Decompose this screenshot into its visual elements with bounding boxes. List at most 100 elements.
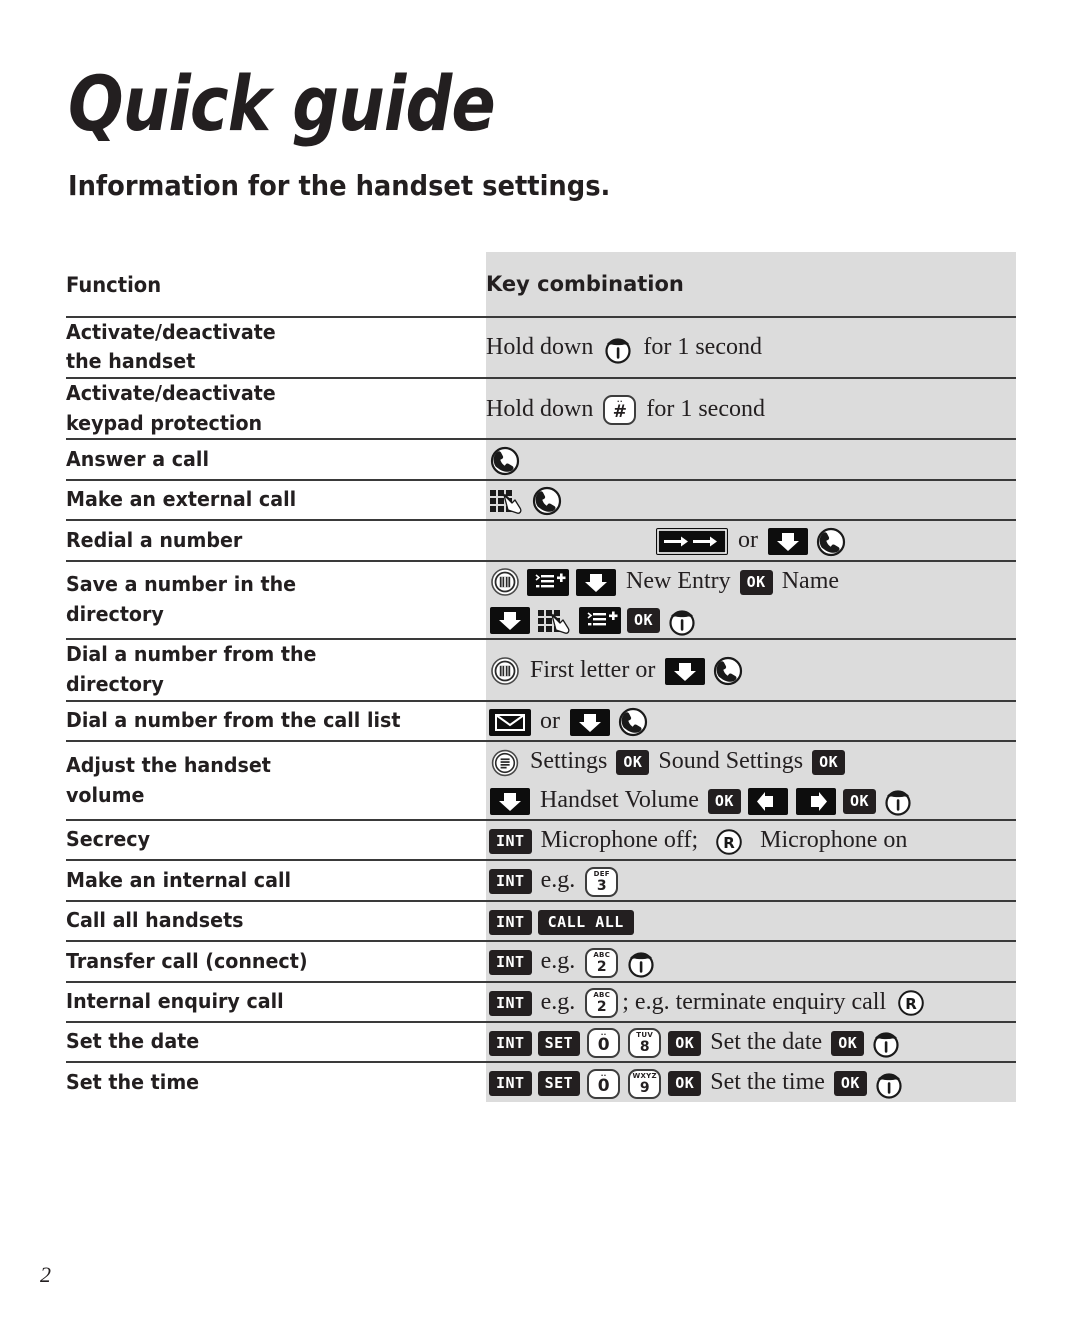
header-key-combination: Key combination bbox=[486, 252, 1016, 317]
key-digit-label: 2 bbox=[596, 999, 607, 1016]
key-button-ok: OK bbox=[707, 788, 741, 814]
key-combination-cell: or bbox=[486, 519, 1016, 561]
key-text: Microphone off; bbox=[534, 827, 711, 854]
key-button-set: SET bbox=[537, 1071, 581, 1097]
key-digit-label: 3 bbox=[596, 877, 607, 894]
settings-table-wrapper: Function Key combination Activate/deactiva… bbox=[66, 252, 1016, 1102]
function-line: Activate/deactivate bbox=[66, 381, 276, 406]
key-combination-cell: INT e.g. ABC 2 bbox=[486, 940, 1016, 982]
answer-call-icon bbox=[816, 527, 846, 557]
key-combination-cell: Hold down ·· # for 1 second bbox=[486, 377, 1016, 440]
document-page: Quick guide Information for the handset … bbox=[0, 0, 1080, 1330]
key-alpha-label: ABC bbox=[593, 950, 611, 959]
table-row: Internal enquiry call INT e.g. ABC 2; e.g.… bbox=[66, 980, 1016, 1022]
table-row: Make an external call bbox=[66, 478, 1016, 521]
power-handset-icon bbox=[603, 334, 633, 364]
key-text: Settings bbox=[524, 748, 614, 775]
key-combination-line: INT Microphone off; R Microphone on bbox=[486, 821, 1016, 859]
function-line: Secrecy bbox=[66, 827, 151, 852]
table-row: Set the time INT SET ·· 0 WXYZ 9 OK Set the tim… bbox=[66, 1061, 1016, 1102]
function-cell: Redial a number bbox=[66, 519, 486, 561]
answer-call-icon bbox=[490, 446, 520, 476]
key-combination-cell: First letter or bbox=[486, 638, 1016, 701]
key-combination-line bbox=[486, 481, 1016, 519]
function-line: Answer a call bbox=[66, 446, 210, 471]
key-digit-label: 0 bbox=[597, 1035, 610, 1056]
function-line: Dial a number from the bbox=[66, 642, 317, 667]
key-button-ok: OK bbox=[833, 1071, 867, 1097]
table-row: Call all handsets INT CALL ALL bbox=[66, 899, 1016, 942]
key-text: Sound Settings bbox=[652, 748, 810, 775]
table-row: Dial a number from the call list or bbox=[66, 699, 1016, 742]
power-handset-icon bbox=[871, 1028, 901, 1059]
key-combination-line bbox=[486, 440, 1016, 478]
function-line: Set the date bbox=[66, 1029, 200, 1054]
function-cell: Call all handsets bbox=[66, 899, 486, 942]
down-arrow-key bbox=[490, 607, 530, 635]
function-line: the handset bbox=[66, 349, 196, 374]
key-alpha-label: TUV bbox=[636, 1031, 654, 1040]
function-cell: Internal enquiry call bbox=[66, 980, 486, 1022]
key-button-int: INT bbox=[489, 950, 532, 976]
table-row: Set the date INT SET ·· 0 TUV 8 OK Set the date… bbox=[66, 1020, 1016, 1063]
table-header-row: Function Key combination bbox=[66, 252, 1016, 317]
key-button-int: INT bbox=[489, 869, 532, 895]
function-line: Transfer call (connect) bbox=[66, 948, 308, 973]
left-arrow-key bbox=[747, 787, 788, 815]
key-button-ok: OK bbox=[668, 1071, 702, 1097]
down-arrow-key bbox=[570, 708, 610, 736]
key-button-set: SET bbox=[537, 1030, 581, 1056]
function-cell: Adjust the handset volume bbox=[66, 740, 486, 821]
key-button-int: INT bbox=[489, 1030, 532, 1056]
menu-list-add-key bbox=[527, 568, 569, 596]
key-text: e.g. bbox=[534, 948, 582, 975]
function-line: Internal enquiry call bbox=[66, 988, 284, 1013]
table-row: Adjust the handset volume Settings OK Sou… bbox=[66, 740, 1016, 821]
recall-r-icon: R bbox=[714, 827, 744, 857]
answer-call-icon bbox=[618, 707, 648, 737]
key-combination-cell: Hold down for 1 second bbox=[486, 315, 1016, 379]
key-text: Hold down bbox=[486, 334, 600, 361]
key-text: or bbox=[534, 707, 566, 734]
numeric-key-8: TUV 8 bbox=[628, 1028, 662, 1059]
key-combination-cell: INT SET ·· 0 WXYZ 9 OK Set the time OK bbox=[486, 1061, 1016, 1102]
power-handset-icon bbox=[883, 786, 913, 816]
key-alpha-label: WXYZ bbox=[632, 1071, 657, 1080]
key-digit-label: # bbox=[612, 402, 627, 423]
right-arrow-key bbox=[795, 787, 836, 815]
table-row: Redial a number or bbox=[66, 519, 1016, 561]
function-line: Set the time bbox=[66, 1069, 200, 1094]
key-button-int: INT bbox=[489, 829, 532, 855]
function-cell: Dial a number from the call list bbox=[66, 699, 486, 742]
key-alpha-label: DEF bbox=[593, 869, 610, 878]
power-handset-icon bbox=[874, 1069, 904, 1099]
function-cell: Make an internal call bbox=[66, 859, 486, 901]
table-row: Transfer call (connect) INT e.g. ABC 2 bbox=[66, 940, 1016, 982]
function-cell: Dial a number from the directory bbox=[66, 638, 486, 701]
key-button-ok: OK bbox=[831, 1030, 865, 1056]
key-combination-line: First letter or bbox=[486, 651, 1016, 689]
key-combination-line: OK bbox=[486, 600, 1016, 638]
menu-list-add-key bbox=[579, 607, 621, 635]
key-combination-cell: INT e.g. ABC 2; e.g. terminate enquiry ca… bbox=[486, 980, 1016, 1022]
page-title: Quick guide bbox=[68, 59, 496, 148]
key-button-ok: OK bbox=[842, 788, 876, 814]
redial-arrow-key bbox=[656, 528, 728, 556]
key-combination-line: INT CALL ALL bbox=[486, 902, 1016, 940]
table-row: Activate/deactivate keypad protection Hold… bbox=[66, 377, 1016, 440]
function-cell: Transfer call (connect) bbox=[66, 940, 486, 982]
keypad-dial-icon bbox=[489, 486, 525, 516]
function-cell: Activate/deactivate the handset bbox=[66, 315, 486, 379]
function-cell: Make an external call bbox=[66, 478, 486, 521]
function-line: Make an external call bbox=[66, 487, 297, 512]
key-combination-cell bbox=[486, 438, 1016, 480]
key-combination-cell: INT SET ·· 0 TUV 8 OK Set the date OK bbox=[486, 1020, 1016, 1063]
directory-icon bbox=[490, 567, 520, 597]
down-arrow-key bbox=[768, 528, 808, 556]
key-combination-line: or bbox=[486, 702, 1016, 740]
function-line: Adjust the handset bbox=[66, 752, 271, 777]
key-digit-label: 0 bbox=[597, 1075, 610, 1096]
power-handset-icon bbox=[626, 948, 656, 978]
key-combination-line: Settings OK Sound Settings OK bbox=[486, 742, 1016, 780]
key-button-ok: OK bbox=[668, 1030, 702, 1056]
